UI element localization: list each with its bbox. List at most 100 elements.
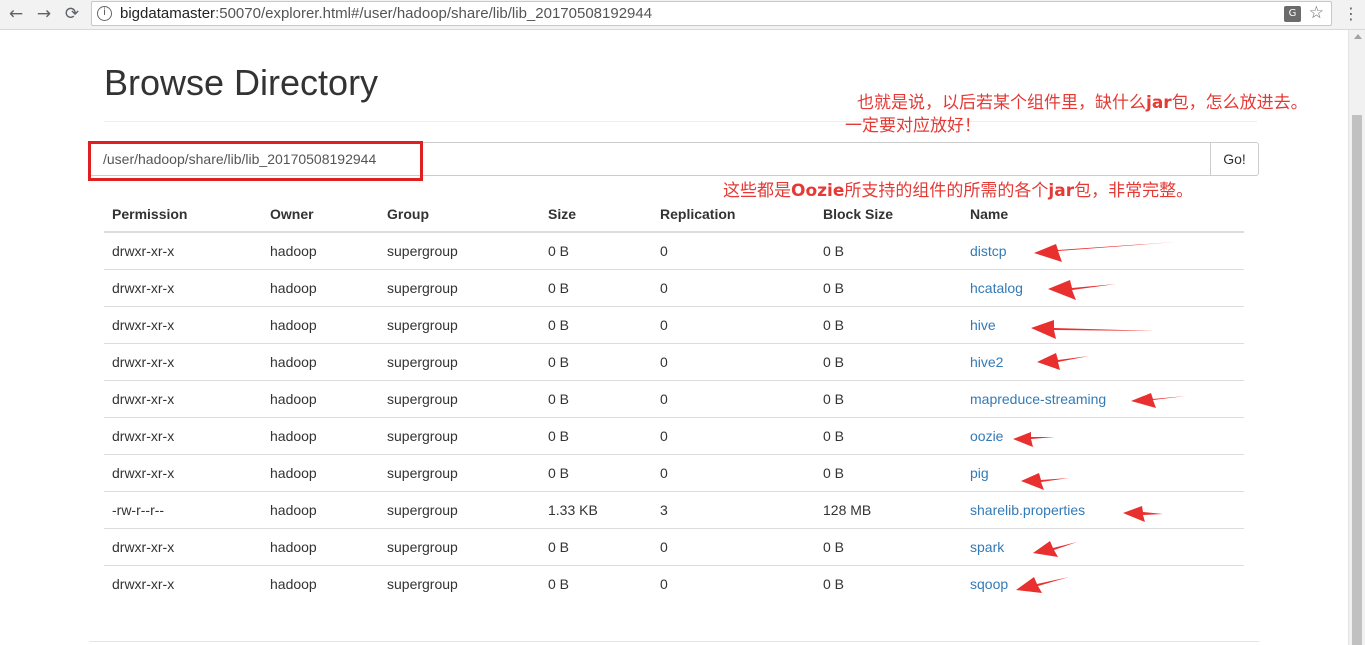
translate-icon[interactable]: G	[1284, 6, 1301, 22]
cell-name: mapreduce-streaming	[962, 379, 1244, 417]
header-block-size[interactable]: Block Size	[815, 196, 962, 233]
cell-replication: 0	[652, 527, 815, 565]
cell-group: supergroup	[379, 268, 540, 306]
table-row: drwxr-xr-x hadoop supergroup 0 B00 Bhive2	[104, 342, 1244, 380]
table-row: -rw-r--r-- hadoop supergroup 1.33 KB 3 128 MB…	[104, 490, 1244, 528]
cell-block-size: 0 B	[815, 453, 962, 491]
cell-block-size: 128 MB	[815, 490, 962, 528]
cell-block-size: 0 B	[815, 379, 962, 417]
cell-permission: drwxr-xr-x	[104, 268, 262, 306]
cell-name: sharelib.properties	[962, 490, 1244, 528]
cell-size: 0 B	[540, 379, 652, 417]
url-path: :50070/explorer.html#/user/hadoop/share/…	[215, 5, 653, 22]
browser-menu-icon[interactable]: ⋮	[1342, 4, 1360, 24]
go-button[interactable]: Go!	[1210, 142, 1259, 176]
cell-owner: hadoop	[270, 242, 317, 259]
cell-owner: hadoop	[262, 342, 379, 380]
cell-name: hive2	[962, 342, 1244, 380]
cell-replication: 0	[652, 379, 815, 417]
cell-permission: drwxr-xr-x	[104, 564, 262, 602]
vertical-scrollbar[interactable]	[1348, 30, 1365, 645]
cell-owner: hadoop	[262, 564, 379, 602]
file-link[interactable]: hcatalog	[970, 280, 1023, 296]
forward-arrow-icon[interactable]: →	[32, 3, 56, 25]
header-group[interactable]: Group	[379, 196, 540, 233]
cell-name: pig	[962, 453, 1244, 491]
file-link[interactable]: sqoop	[970, 576, 1008, 592]
cell-permission: drwxr-xr-x	[104, 453, 262, 491]
scrollbar-thumb[interactable]	[1352, 115, 1362, 645]
table-row: drwxr-xr-x hadoop supergroup 0 B00 Bhive	[104, 305, 1244, 343]
cell-replication: 0	[652, 305, 815, 343]
header-replication[interactable]: Replication	[652, 196, 815, 233]
footer-divider	[89, 641, 1259, 642]
header-permission[interactable]: Permission	[104, 196, 262, 233]
cell-group: supergroup	[379, 453, 540, 491]
cell-size: 1.33 KB	[540, 490, 652, 528]
table-row: drwxr-xr-x hadoop supergroup 0 B00 Bhcatalo…	[104, 268, 1244, 306]
cell-owner: hadoop	[262, 268, 379, 306]
cell-group: supergroup	[379, 305, 540, 343]
back-arrow-icon[interactable]: ←	[4, 3, 28, 25]
cell-block-size: 0 B	[815, 564, 962, 602]
cell-replication: 0	[652, 342, 815, 380]
cell-group: supergroup	[379, 490, 540, 528]
annotation-note-line-1: 也就是说，以后若某个组件里，缺什么jar包，怎么放进去。	[857, 93, 1308, 113]
file-link[interactable]: distcp	[970, 243, 1007, 259]
annotation-note-line-2: 一定要对应放好！	[845, 116, 981, 136]
cell-name: distcp	[962, 232, 1244, 269]
table-row: drwxr-xr-x hadoop supergroup 0 B00 Boozie	[104, 416, 1244, 454]
cell-name: hive	[962, 305, 1244, 343]
file-link[interactable]: sharelib.properties	[970, 502, 1085, 518]
cell-name: oozie	[962, 416, 1244, 454]
cell-owner: hadoop	[262, 453, 379, 491]
cell-block-size: 0 B	[823, 242, 845, 259]
site-info-icon[interactable]: i	[97, 6, 112, 21]
cell-permission: drwxr-xr-x	[104, 305, 262, 343]
cell-group: supergroup	[379, 564, 540, 602]
cell-replication: 0	[660, 242, 668, 259]
cell-size: 0 B	[540, 564, 652, 602]
cell-group: supergroup	[379, 379, 540, 417]
file-link[interactable]: hive2	[970, 354, 1003, 370]
cell-permission: drwxr-xr-x	[104, 379, 262, 417]
bookmark-star-icon[interactable]: ☆	[1309, 3, 1324, 23]
cell-size: 0 B	[540, 268, 652, 306]
directory-path-input[interactable]	[89, 142, 1211, 176]
cell-permission: drwxr-xr-x	[104, 527, 262, 565]
url-text[interactable]: bigdatamaster:50070/explorer.html#/user/…	[120, 5, 652, 22]
page-title: Browse Directory	[104, 62, 379, 103]
cell-group: supergroup	[379, 527, 540, 565]
cell-permission: drwxr-xr-x	[104, 416, 262, 454]
cell-name: sqoop	[962, 564, 1244, 602]
header-name[interactable]: Name	[962, 196, 1244, 233]
cell-replication: 0	[652, 268, 815, 306]
cell-replication: 0	[652, 564, 815, 602]
cell-group: supergroup	[379, 342, 540, 380]
cell-block-size: 0 B	[815, 342, 962, 380]
file-link[interactable]: pig	[970, 465, 989, 481]
file-link[interactable]: hive	[970, 317, 996, 333]
cell-block-size: 0 B	[815, 268, 962, 306]
file-link[interactable]: spark	[970, 539, 1004, 555]
cell-size: 0 B	[548, 242, 570, 259]
file-link[interactable]: oozie	[970, 428, 1003, 444]
header-owner[interactable]: Owner	[262, 196, 379, 233]
table-row: drwxr-xr-x hadoop supergroup 0 B00 Bsqoop	[104, 564, 1244, 602]
cell-block-size: 0 B	[815, 305, 962, 343]
cell-group: supergroup	[387, 242, 458, 259]
file-link[interactable]: mapreduce-streaming	[970, 391, 1106, 407]
scroll-up-arrow-icon[interactable]	[1354, 34, 1362, 39]
cell-permission: -rw-r--r--	[104, 490, 262, 528]
table-row: drwxr-xr-x hadoop supergroup 0 B 0 0 B distcp	[104, 232, 1244, 269]
cell-size: 0 B	[540, 416, 652, 454]
cell-replication: 0	[652, 453, 815, 491]
address-bar[interactable]: i bigdatamaster:50070/explorer.html#/use…	[91, 1, 1332, 26]
header-size[interactable]: Size	[540, 196, 652, 233]
title-divider	[104, 121, 1257, 122]
cell-owner: hadoop	[262, 527, 379, 565]
cell-permission: drwxr-xr-x	[104, 342, 262, 380]
cell-size: 0 B	[540, 305, 652, 343]
reload-icon[interactable]: ⟳	[60, 3, 84, 25]
cell-owner: hadoop	[262, 416, 379, 454]
